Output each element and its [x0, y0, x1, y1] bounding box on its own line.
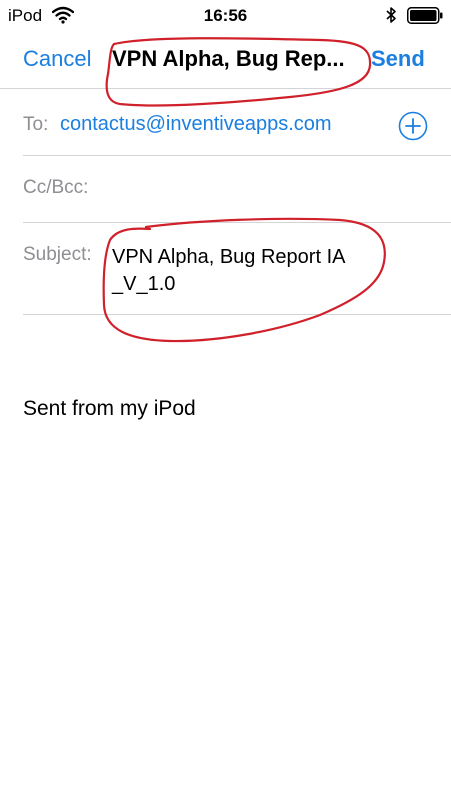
to-recipient[interactable]: contactus@inventiveapps.com: [60, 113, 332, 136]
status-bar: iPod 16:56: [0, 0, 451, 34]
subject-text-line-2: _V_1.0: [112, 273, 176, 295]
nav-divider: [0, 88, 451, 89]
status-time: 16:56: [203, 6, 248, 25]
to-label: To:: [23, 114, 49, 135]
subject-field[interactable]: VPN Alpha, Bug Report IA _V_1.0: [112, 244, 387, 298]
nav-bar: Cancel VPN Alpha, Bug Rep... Send: [0, 34, 451, 88]
subject-label: Subject:: [23, 244, 92, 265]
mail-compose-screen: iPod 16:56 Cancel VPN Alpha, Bug Rep... …: [0, 0, 451, 800]
subject-text-line-1: VPN Alpha, Bug Report IA: [112, 246, 346, 268]
cc-bcc-label: Cc/Bcc:: [23, 177, 89, 198]
to-divider: [23, 155, 451, 156]
send-button[interactable]: Send: [371, 46, 425, 72]
cc-bcc-field[interactable]: [100, 165, 434, 207]
message-body[interactable]: Sent from my iPod: [23, 397, 423, 421]
subject-divider: [23, 314, 451, 315]
battery-icon: [407, 7, 443, 24]
bluetooth-icon: [386, 7, 396, 23]
cc-divider: [23, 222, 451, 223]
cancel-button[interactable]: Cancel: [23, 46, 91, 72]
nav-title: VPN Alpha, Bug Rep...: [112, 46, 345, 71]
add-contact-button[interactable]: [398, 111, 428, 141]
